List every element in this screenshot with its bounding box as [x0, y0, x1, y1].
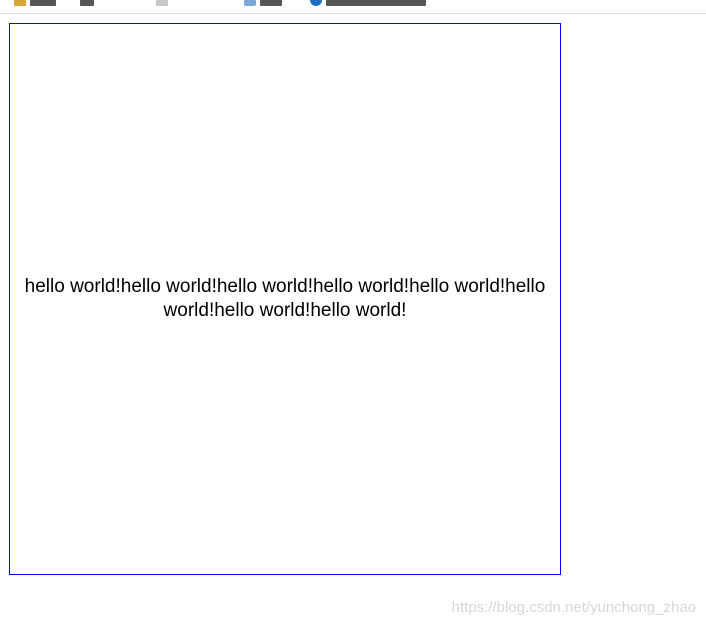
folder-icon [14, 0, 26, 6]
browser-viewport: hello world!hello world!hello world!hell… [0, 0, 706, 626]
bookmark-item[interactable] [14, 0, 56, 9]
content-box: hello world!hello world!hello world!hell… [9, 23, 561, 575]
bookmark-item[interactable] [310, 0, 426, 9]
bookmark-item[interactable] [244, 0, 282, 9]
doc-icon [244, 0, 256, 6]
box-text: hello world!hello world!hello world!hell… [24, 276, 546, 321]
bookmark-item[interactable] [80, 0, 94, 9]
watermark-text: https://blog.csdn.net/yunchong_zhao [451, 599, 696, 616]
bookmark-label [80, 0, 94, 6]
bookmark-label [30, 0, 56, 6]
globe-icon [310, 0, 322, 6]
page-icon [156, 0, 168, 6]
bookmark-label [326, 0, 426, 6]
bookmark-label [260, 0, 282, 6]
bookmarks-bar [0, 0, 706, 14]
bookmark-item[interactable] [156, 0, 168, 9]
